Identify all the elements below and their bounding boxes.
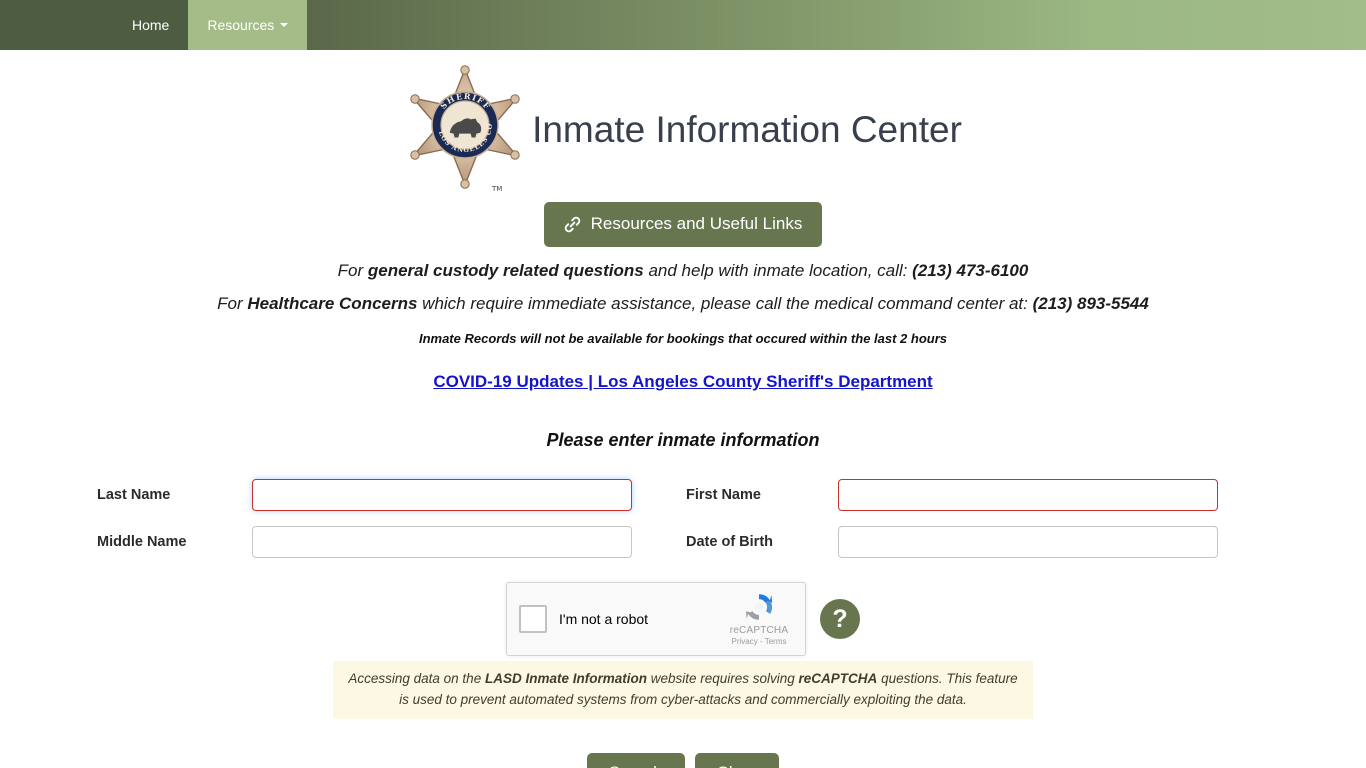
healthcare-phone: (213) 893-5544 bbox=[1032, 293, 1149, 313]
page-header: SHERIFF LOS ANGELES COUNTY TM Inmate Inf… bbox=[0, 64, 1366, 194]
recaptcha-logo-icon bbox=[745, 594, 773, 621]
last-name-label: Last Name bbox=[97, 487, 171, 504]
nav-item-home-label: Home bbox=[132, 17, 170, 33]
svg-text:TM: TM bbox=[491, 185, 502, 193]
field-last-name: Last Name bbox=[0, 479, 683, 512]
form-heading: Please enter inmate information bbox=[546, 430, 820, 451]
chevron-down-icon bbox=[280, 23, 289, 27]
healthcare-line-bold: Healthcare Concerns bbox=[247, 293, 418, 313]
custody-line-pre: For bbox=[337, 261, 368, 280]
recaptcha-widget[interactable]: I'm not a robot reCAPTCHA Privacy - Term… bbox=[506, 582, 806, 657]
custody-questions-line: For general custody related questions an… bbox=[0, 261, 1366, 281]
middle-name-input[interactable] bbox=[252, 526, 632, 559]
question-mark-icon[interactable]: ? bbox=[820, 599, 860, 640]
form-action-buttons: Search Clear bbox=[0, 753, 1366, 768]
form-row-middle-dob: Middle Name Date of Birth bbox=[0, 526, 1366, 559]
custody-phone: (213) 473-6100 bbox=[912, 261, 1029, 280]
covid-link-container: COVID-19 Updates | Los Angeles County Sh… bbox=[0, 372, 1366, 392]
first-name-label: First Name bbox=[686, 487, 761, 504]
records-availability-notice: Inmate Records will not be available for… bbox=[418, 331, 948, 347]
date-of-birth-input[interactable] bbox=[838, 526, 1218, 559]
top-navbar: Home Resources bbox=[0, 0, 1366, 50]
inmate-search-form: Last Name First Name Middle Name Date of… bbox=[0, 479, 1366, 559]
field-date-of-birth: Date of Birth bbox=[683, 526, 1366, 559]
captcha-explanation-note: Accessing data on the LASD Inmate Inform… bbox=[333, 661, 1033, 720]
healthcare-line-pre: For bbox=[217, 293, 248, 313]
note-mid: website requires solving bbox=[646, 671, 799, 687]
first-name-input[interactable] bbox=[838, 479, 1218, 512]
resources-button-container: Resources and Useful Links bbox=[0, 202, 1366, 247]
nav-item-resources-label: Resources bbox=[207, 17, 275, 33]
navbar-left-spacer bbox=[0, 0, 113, 50]
covid-19-updates-link[interactable]: COVID-19 Updates | Los Angeles County Sh… bbox=[433, 372, 932, 391]
form-row-names: Last Name First Name bbox=[0, 479, 1366, 512]
healthcare-concerns-line: For Healthcare Concerns which require im… bbox=[0, 293, 1366, 314]
page-title: Inmate Information Center bbox=[532, 108, 962, 150]
clear-button[interactable]: Clear bbox=[694, 753, 780, 768]
note-bold-recaptcha: reCAPTCHA bbox=[798, 671, 878, 687]
custody-line-bold: general custody related questions bbox=[367, 261, 644, 280]
recaptcha-checkbox[interactable] bbox=[519, 605, 547, 634]
recaptcha-label: I'm not a robot bbox=[559, 611, 649, 628]
note-bold-lasd: LASD Inmate Information bbox=[484, 671, 647, 687]
healthcare-line-mid: which require immediate assistance, plea… bbox=[417, 293, 1033, 313]
captcha-row: I'm not a robot reCAPTCHA Privacy - Term… bbox=[0, 582, 1366, 657]
link-icon bbox=[564, 216, 581, 233]
nav-item-home[interactable]: Home bbox=[113, 0, 188, 50]
search-button[interactable]: Search bbox=[586, 753, 685, 768]
field-middle-name: Middle Name bbox=[0, 526, 683, 559]
field-first-name: First Name bbox=[683, 479, 1366, 512]
custody-line-mid: and help with inmate location, call: bbox=[643, 261, 913, 280]
recaptcha-brand-name: reCAPTCHA bbox=[729, 625, 789, 637]
middle-name-label: Middle Name bbox=[97, 534, 187, 551]
last-name-input[interactable] bbox=[252, 479, 632, 512]
captcha-note-container: Accessing data on the LASD Inmate Inform… bbox=[0, 661, 1366, 720]
recaptcha-privacy-terms[interactable]: Privacy - Terms bbox=[723, 637, 795, 646]
nav-item-resources[interactable]: Resources bbox=[188, 0, 308, 50]
resources-button-label: Resources and Useful Links bbox=[590, 214, 803, 233]
lasd-sheriff-star-badge-icon: SHERIFF LOS ANGELES COUNTY TM bbox=[404, 64, 526, 194]
date-of-birth-label: Date of Birth bbox=[686, 534, 773, 551]
recaptcha-branding: reCAPTCHA Privacy - Terms bbox=[723, 591, 795, 646]
resources-and-useful-links-button[interactable]: Resources and Useful Links bbox=[543, 202, 823, 247]
note-pre: Accessing data on the bbox=[348, 671, 485, 687]
